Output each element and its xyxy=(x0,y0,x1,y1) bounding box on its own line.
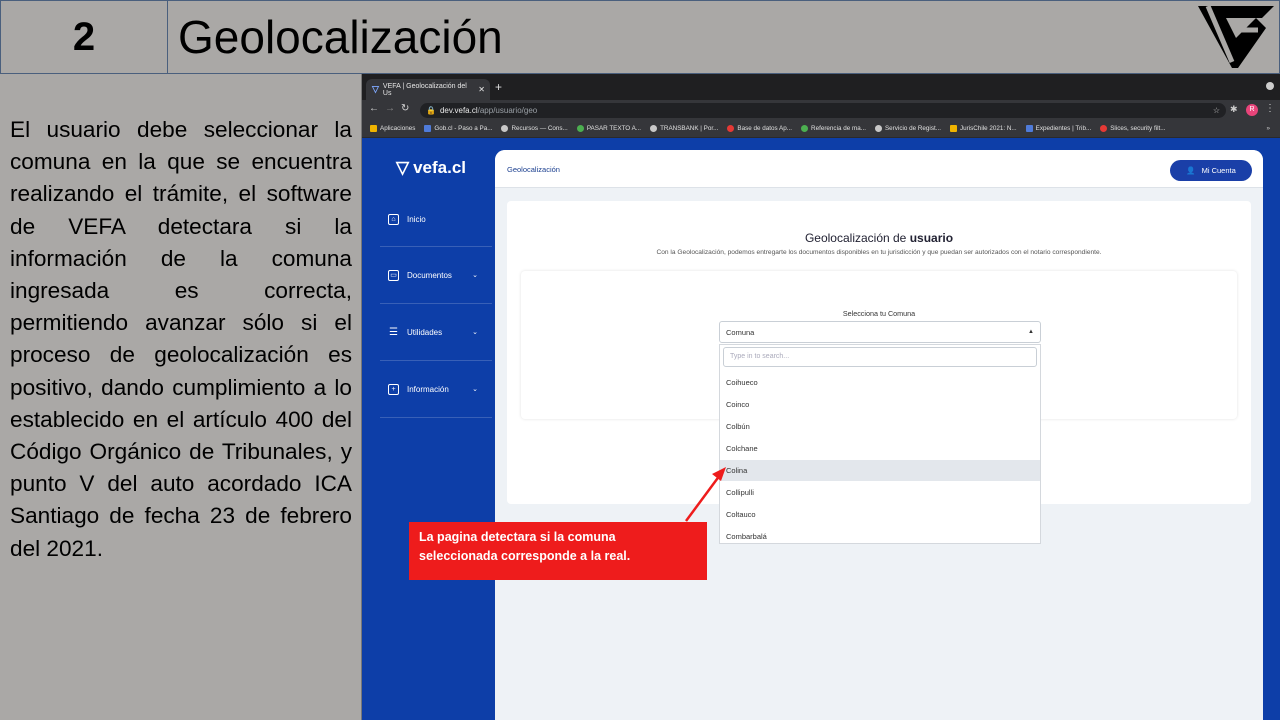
callout-box: La pagina detectara si la comuna selecci… xyxy=(409,522,707,580)
bookmark-item[interactable]: Recursos — Cons... xyxy=(501,125,568,132)
chevron-down-icon: ⌄ xyxy=(472,272,478,279)
youtube-icon xyxy=(1100,125,1108,132)
search-input[interactable]: Type in to search... xyxy=(723,347,1037,367)
breadcrumb[interactable]: Geolocalización xyxy=(507,165,560,174)
tab-title: VEFA | Geolocalización del Us xyxy=(382,82,467,97)
cloud-icon xyxy=(1025,125,1033,132)
bookmark-item[interactable]: JurisChile 2021: N... xyxy=(949,125,1017,132)
window-menu-icon[interactable] xyxy=(1266,82,1274,90)
apps-icon xyxy=(370,125,377,132)
bookmark-item[interactable]: TRANSBANK | Por... xyxy=(650,125,718,132)
nav-item-inicio[interactable]: ⌂ Inicio xyxy=(388,209,488,229)
bookmarks-bar: Aplicaciones Gob.cl - Paso a Pa... Recur… xyxy=(362,120,1280,138)
comuna-select[interactable]: Comuna ▲ xyxy=(719,321,1041,343)
card-title: Geolocalización de usuario xyxy=(804,231,954,245)
bookmark-item[interactable]: Aplicaciones xyxy=(370,125,415,132)
dropdown-option[interactable]: Coihueco xyxy=(720,372,1040,393)
browser-window: ▽ VEFA | Geolocalización del Us ✕ + ← → … xyxy=(362,74,1280,720)
dropdown-option-highlighted[interactable]: Colina xyxy=(720,460,1040,481)
close-tab-icon[interactable]: ✕ xyxy=(478,85,485,94)
reload-icon[interactable]: ↻ xyxy=(401,103,409,114)
lock-icon: 🔒 xyxy=(426,106,436,115)
plus-square-icon: + xyxy=(388,383,399,395)
nav-item-utilidades[interactable]: ☰ Utilidades ⌄ xyxy=(388,322,488,342)
my-account-button[interactable]: 👤 Mi Cuenta xyxy=(1170,160,1252,181)
youtube-icon xyxy=(727,125,735,132)
bookmark-item[interactable]: Slices, security filt... xyxy=(1100,125,1166,132)
user-icon: 👤 xyxy=(1186,166,1196,175)
doc-icon xyxy=(949,125,957,132)
chrome-icon xyxy=(576,125,584,132)
slide-title: Geolocalización xyxy=(167,0,1280,74)
vefa-favicon-icon: ▽ xyxy=(372,84,379,94)
list-icon: ☰ xyxy=(389,326,398,338)
vefa-logo-icon xyxy=(1198,5,1274,68)
top-bar: Geolocalización 👤 Mi Cuenta xyxy=(495,150,1263,188)
caret-up-icon: ▲ xyxy=(1028,329,1034,335)
slide-number: 2 xyxy=(0,0,168,74)
new-tab-button[interactable]: + xyxy=(495,80,502,94)
bookmark-item[interactable]: Servicio de Regist... xyxy=(874,125,941,132)
globe-icon xyxy=(501,125,509,132)
bookmark-item[interactable]: Base de datos Ap... xyxy=(727,125,792,132)
dropdown-option[interactable]: Combarbalá xyxy=(720,526,1040,547)
address-bar: ← → ↻ 🔒 dev.vefa.cl/app/usuario/geo ☆ ✱ … xyxy=(362,100,1280,120)
bookmark-star-icon[interactable]: ☆ xyxy=(1213,106,1220,115)
chevron-down-icon: ⌄ xyxy=(472,329,478,336)
chrome-icon xyxy=(801,125,809,132)
archive-icon: ▭ xyxy=(388,269,399,281)
nav-item-informacion[interactable]: + Información ⌄ xyxy=(388,379,488,399)
more-menu-icon[interactable]: ⋮ xyxy=(1265,103,1275,114)
dropdown-option[interactable]: Collipulli xyxy=(720,482,1040,503)
chevron-down-icon: ⌄ xyxy=(472,386,478,393)
globe-icon xyxy=(650,125,658,132)
nav-divider xyxy=(380,360,492,361)
comuna-dropdown: Type in to search... Coihueco Coinco Col… xyxy=(719,344,1041,544)
url-field[interactable]: 🔒 dev.vefa.cl/app/usuario/geo ☆ xyxy=(420,103,1226,118)
nav-divider xyxy=(380,417,492,418)
browser-tab[interactable]: ▽ VEFA | Geolocalización del Us ✕ xyxy=(366,79,490,100)
globe-icon xyxy=(874,125,882,132)
gob-icon xyxy=(424,125,432,132)
description-text: El usuario debe seleccionar la comuna en… xyxy=(10,117,352,561)
nav-divider xyxy=(380,246,492,247)
dropdown-option[interactable]: Coltauco xyxy=(720,504,1040,525)
nav-item-documentos[interactable]: ▭ Documentos ⌄ xyxy=(388,265,488,285)
brand-logo[interactable]: ▽ vefa.cl xyxy=(396,158,466,178)
bookmark-item[interactable]: Gob.cl - Paso a Pa... xyxy=(424,125,492,132)
select-label: Selecciona tu Comuna xyxy=(842,309,916,318)
bookmark-item[interactable]: Expedientes | Trib... xyxy=(1025,125,1091,132)
tab-bar: ▽ VEFA | Geolocalización del Us ✕ + xyxy=(362,74,1280,100)
home-icon: ⌂ xyxy=(388,213,399,225)
url-host: dev.vefa.cl xyxy=(439,106,478,115)
dropdown-option[interactable]: Colchane xyxy=(720,438,1040,459)
back-icon[interactable]: ← xyxy=(369,103,379,114)
dropdown-option[interactable]: Coinco xyxy=(720,394,1040,415)
bookmark-item[interactable]: Referencia de ma... xyxy=(801,125,866,132)
dropdown-option[interactable]: Colbún xyxy=(720,416,1040,437)
nav-divider xyxy=(380,303,492,304)
card-subtitle: Con la Geolocalización, podemos entregar… xyxy=(656,249,1102,256)
profile-avatar[interactable]: R xyxy=(1246,104,1258,116)
extensions-icon[interactable]: ✱ xyxy=(1230,104,1238,115)
vefa-logo-icon: ▽ xyxy=(396,158,410,177)
forward-icon[interactable]: → xyxy=(385,103,395,114)
bookmarks-more-icon[interactable]: » xyxy=(1266,125,1270,132)
url-path: /app/usuario/geo xyxy=(477,106,538,115)
bookmark-item[interactable]: PASAR TEXTO A... xyxy=(576,125,641,132)
slide-header: 2 Geolocalización xyxy=(0,0,1280,74)
